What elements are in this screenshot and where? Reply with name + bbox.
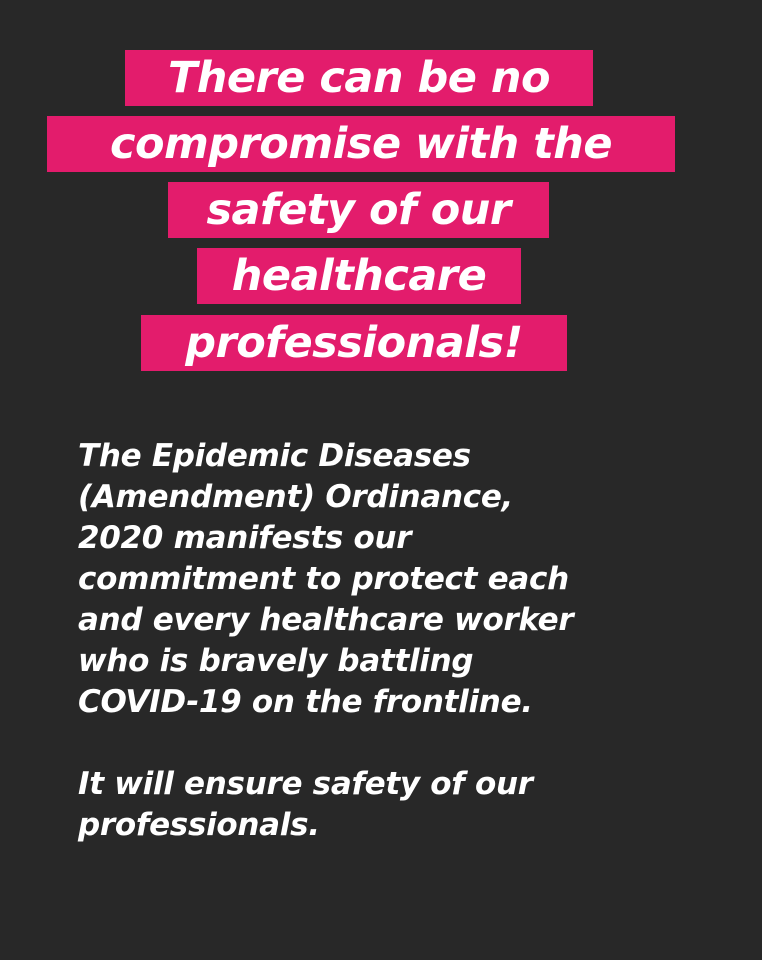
body-line: commitment to protect each bbox=[78, 561, 569, 597]
headline-line: professionals! bbox=[141, 315, 567, 371]
body-line: professionals. bbox=[78, 807, 320, 843]
headline-line: healthcare bbox=[197, 248, 521, 304]
body-line: COVID-19 on the frontline. bbox=[78, 684, 533, 720]
body-line: who is bravely battling bbox=[78, 643, 474, 679]
body-line: and every healthcare worker bbox=[78, 602, 574, 638]
body-line: (Amendment) Ordinance, bbox=[78, 479, 514, 515]
headline-line: compromise with the bbox=[47, 116, 675, 172]
headline-line: safety of our bbox=[168, 182, 549, 238]
body-text: The Epidemic Diseases (Amendment) Ordina… bbox=[78, 436, 718, 846]
body-line: 2020 manifests our bbox=[78, 520, 412, 556]
paragraph-safety: It will ensure safety of our professiona… bbox=[78, 764, 718, 846]
body-line: It will ensure safety of our bbox=[78, 766, 533, 802]
paragraph-ordinance: The Epidemic Diseases (Amendment) Ordina… bbox=[78, 436, 718, 723]
body-line: The Epidemic Diseases bbox=[78, 438, 471, 474]
headline-line: There can be no bbox=[125, 50, 593, 106]
